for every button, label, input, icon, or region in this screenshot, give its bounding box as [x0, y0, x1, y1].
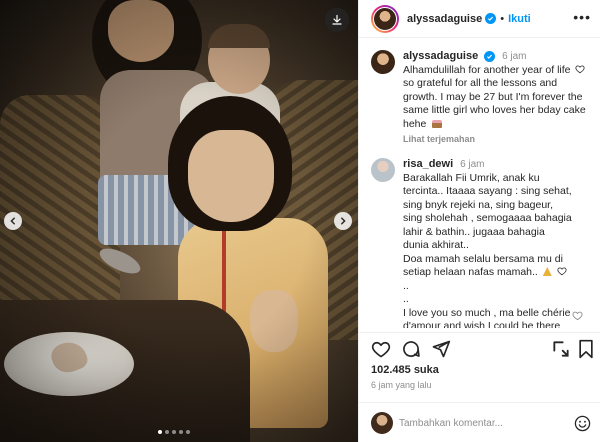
follow-button[interactable]: Ikuti — [508, 13, 531, 25]
verified-badge-icon — [485, 13, 497, 24]
commenter-avatar[interactable] — [371, 158, 395, 182]
comment-line: Doa mamah selalu bersama mu di — [403, 252, 563, 265]
comment-line: tercinta.. Itaaaa sayang : sing sehat, — [403, 185, 572, 197]
comment-line: lahir & bathin.. jugaaa bahagia — [403, 225, 545, 238]
carousel-dot — [158, 430, 162, 434]
comments-area[interactable]: alyssadaguise 6 jam Alhamdulillah for an… — [359, 38, 600, 328]
comment-line: .. — [403, 293, 409, 305]
caption-username[interactable]: alyssadaguise — [403, 50, 478, 62]
caption-line: so grateful for all the lessons and — [403, 77, 558, 89]
post-photo[interactable] — [0, 0, 358, 442]
share-icon[interactable] — [431, 339, 451, 359]
caption-line: same little girl who loves her bday cake — [403, 104, 586, 116]
more-options-button[interactable]: ••• — [573, 10, 591, 24]
comment-line: Barakallah Fii Umrik, anak ku — [403, 171, 540, 184]
caption-line: growth. I may be 27 but I'm forever the — [403, 90, 583, 103]
comment-line: d'amour and wish I could be there — [403, 320, 561, 328]
repost-icon[interactable] — [551, 339, 571, 359]
heart-icon[interactable] — [371, 339, 391, 359]
photo-vignette — [0, 0, 358, 442]
cake-emoji-icon — [432, 119, 443, 128]
header-separator: • — [500, 12, 505, 25]
carousel-dot — [186, 430, 190, 434]
author-avatar[interactable] — [371, 4, 399, 33]
emoji-icon[interactable] — [574, 415, 591, 432]
like-count[interactable]: 102.485 suka — [371, 364, 439, 376]
comment-line: I love you so much , ma belle chérie — [403, 306, 571, 319]
carousel-next-button[interactable] — [334, 212, 352, 230]
verified-badge-icon — [484, 51, 496, 62]
comment-time: 6 jam — [460, 159, 485, 170]
comment-line: setiap helaan nafas mamah.. — [403, 266, 599, 280]
author-username[interactable]: alyssadaguise — [407, 13, 482, 25]
download-icon — [332, 14, 342, 25]
comment-line: sing sholehah , semogaaaa bahagia — [403, 212, 572, 224]
praying-hands-emoji-icon — [542, 267, 552, 276]
carousel-dots — [158, 430, 190, 434]
carousel-dot — [179, 430, 183, 434]
comment-line: dunia akhirat.. — [403, 239, 469, 251]
comment-line: sing bnyk rejeki na, sing bageur, — [403, 198, 554, 211]
carousel-dot — [172, 430, 176, 434]
see-translation-link[interactable]: Lihat terjemahan — [403, 134, 599, 144]
comment-item: risa_dewi 6 jam Barakallah Fii Umrik, an… — [371, 158, 599, 328]
comment-like-icon[interactable] — [572, 310, 583, 321]
caption-time: 6 jam — [502, 51, 527, 62]
heart-outline-emoji-icon — [575, 64, 585, 73]
caption-line: Alhamdulillah for another year of life — [403, 64, 599, 78]
bookmark-icon[interactable] — [577, 339, 595, 359]
commenter-username[interactable]: risa_dewi — [403, 158, 453, 170]
carousel-prev-button[interactable] — [4, 212, 22, 230]
caption: alyssadaguise 6 jam Alhamdulillah for an… — [371, 50, 599, 144]
current-user-avatar — [371, 412, 393, 434]
post-side-panel: alyssadaguise • Ikuti ••• alyssadaguise … — [358, 0, 600, 442]
comment-line: .. — [403, 279, 409, 292]
add-comment-input[interactable] — [399, 415, 569, 431]
post-actions — [359, 332, 600, 362]
caption-line: hehe — [403, 118, 599, 132]
caption-avatar[interactable] — [371, 50, 395, 74]
comment-icon[interactable] — [401, 339, 421, 359]
download-button[interactable] — [325, 8, 349, 32]
chevron-right-icon — [341, 217, 346, 225]
chevron-left-icon — [10, 217, 15, 225]
add-comment-bar — [359, 402, 600, 442]
post-header: alyssadaguise • Ikuti ••• — [359, 0, 600, 38]
heart-outline-emoji-icon — [557, 267, 567, 276]
carousel-dot — [165, 430, 169, 434]
posted-time: 6 jam yang lalu — [371, 380, 432, 390]
